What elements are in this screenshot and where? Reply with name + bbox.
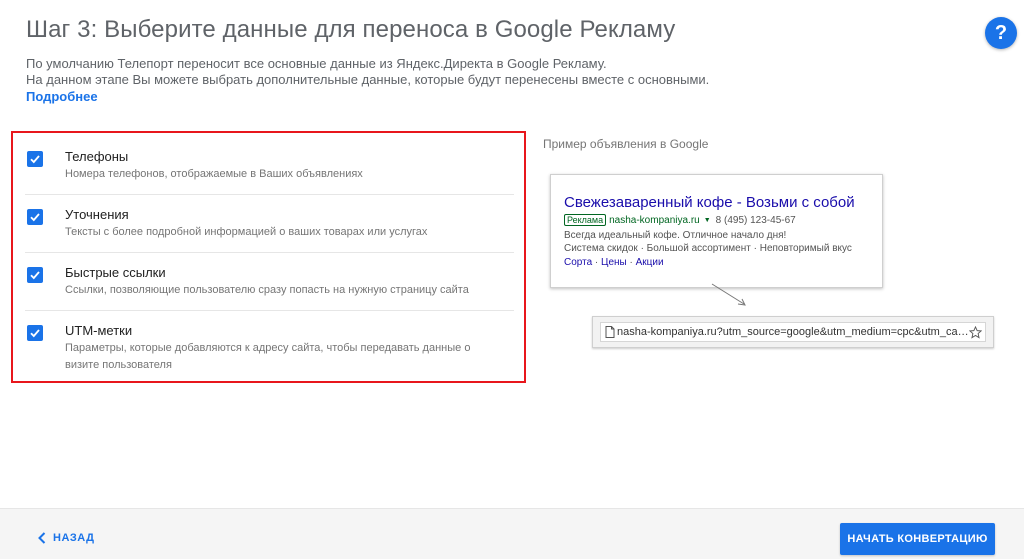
option-callouts: Уточнения Тексты с более подробной инфор…	[25, 195, 514, 253]
example-label: Пример объявления в Google	[543, 137, 709, 151]
check-icon	[30, 155, 40, 164]
chevron-left-icon	[38, 532, 46, 544]
footer-bar: НАЗАД НАЧАТЬ КОНВЕРТАЦИЮ	[0, 508, 1024, 559]
ad-text-2: Система скидок · Большой ассортимент · Н…	[564, 243, 852, 254]
option-phones: Телефоны Номера телефонов, отображаемые …	[25, 133, 514, 195]
document-icon	[605, 326, 615, 338]
star-icon	[969, 325, 982, 339]
option-title: Быстрые ссылки	[65, 265, 166, 280]
ad-badge: Реклама	[564, 214, 607, 226]
check-icon	[30, 271, 40, 280]
ad-title: Свежезаваренный кофе - Возьми с собой	[564, 194, 855, 211]
page-description: По умолчанию Телепорт переносит все осно…	[26, 56, 709, 88]
options-list: Телефоны Номера телефонов, отображаемые …	[11, 131, 526, 383]
checkbox-callouts[interactable]	[27, 209, 43, 225]
option-subtitle: Тексты с более подробной информацией о в…	[65, 226, 428, 238]
more-link[interactable]: Подробнее	[26, 89, 98, 104]
start-conversion-button[interactable]: НАЧАТЬ КОНВЕРТАЦИЮ	[840, 523, 995, 555]
ad-preview: Свежезаваренный кофе - Возьми с собой Ре…	[550, 174, 883, 288]
option-subtitle: Ссылки, позволяющие пользователю сразу п…	[65, 284, 469, 296]
ad-sitelinks: Сорта · Цены · Акции	[564, 257, 664, 268]
ad-sitelink: Сорта	[564, 257, 593, 268]
ad-url-line: Реклама nasha-kompaniya.ru ▼ 8 (495) 123…	[564, 214, 796, 226]
option-title: UTM-метки	[65, 323, 133, 338]
back-button-label: НАЗАД	[53, 532, 95, 544]
option-utm: UTM-метки Параметры, которые добавляются…	[25, 311, 514, 381]
checkbox-phones[interactable]	[27, 151, 43, 167]
browser-url-bar: nasha-kompaniya.ru?utm_source=google&utm…	[592, 316, 994, 348]
option-title: Телефоны	[65, 149, 129, 164]
ad-sitelink: Акции	[635, 257, 664, 268]
check-icon	[30, 213, 40, 222]
description-line-2: На данном этапе Вы можете выбрать дополн…	[26, 72, 710, 87]
help-button[interactable]: ?	[985, 17, 1017, 49]
option-sitelinks: Быстрые ссылки Ссылки, позволяющие польз…	[25, 253, 514, 311]
ad-text-1: Всегда идеальный кофе. Отличное начало д…	[564, 230, 787, 241]
back-button[interactable]: НАЗАД	[38, 532, 94, 544]
checkbox-sitelinks[interactable]	[27, 267, 43, 283]
description-line-1: По умолчанию Телепорт переносит все осно…	[26, 56, 607, 71]
ad-sitelink: Цены	[601, 257, 627, 268]
ad-display-url: nasha-kompaniya.ru	[609, 214, 700, 226]
check-icon	[30, 329, 40, 338]
help-icon: ?	[994, 21, 1008, 44]
checkbox-utm[interactable]	[27, 325, 43, 341]
ad-phone: 8 (495) 123-45-67	[715, 214, 796, 226]
arrow-icon	[711, 283, 746, 306]
option-subtitle: Параметры, которые добавляются к адресу …	[65, 342, 471, 371]
option-subtitle: Номера телефонов, отображаемые в Ваших о…	[65, 168, 363, 180]
url-text: nasha-kompaniya.ru?utm_source=google&utm…	[617, 326, 969, 338]
url-field: nasha-kompaniya.ru?utm_source=google&utm…	[600, 322, 986, 342]
option-title: Уточнения	[65, 207, 129, 222]
caret-down-icon: ▼	[703, 216, 711, 224]
page-title: Шаг 3: Выберите данные для переноса в Go…	[26, 16, 676, 43]
